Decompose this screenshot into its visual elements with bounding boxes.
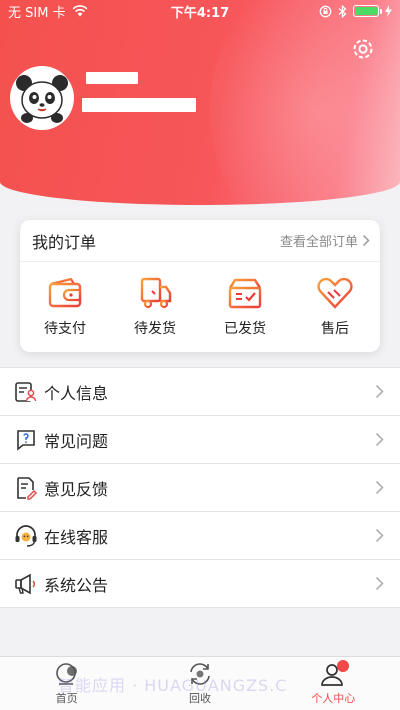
chevron-right-icon [375, 576, 384, 591]
order-after-sale-label: 售后 [321, 321, 349, 337]
menu-label-profile-info: 个人信息 [44, 383, 109, 403]
settings-gear-icon[interactable] [350, 36, 376, 62]
menu-label-faq: 常见问题 [44, 431, 109, 451]
tab-recycle-label: 回收 [188, 692, 211, 705]
phone-redacted [82, 98, 196, 112]
recycle-icon [190, 663, 210, 685]
menu-item-faq[interactable]: 常见问题 [0, 416, 400, 464]
feedback-icon [17, 476, 38, 500]
tab-home[interactable]: 首页 [0, 657, 133, 710]
username-redacted [86, 72, 138, 84]
megaphone-icon [15, 573, 36, 594]
order-after-sale[interactable]: 售后 [290, 262, 380, 352]
view-all-orders-link[interactable]: 查看全部订单 [280, 231, 370, 250]
menu-label-feedback: 意见反馈 [44, 479, 109, 499]
orders-card: 我的订单 查看全部订单 待支付 待发货 已发货 售后 [20, 220, 380, 352]
order-pending-shipment[interactable]: 待发货 [110, 262, 200, 352]
order-shipped-label: 已发货 [224, 321, 266, 337]
chevron-right-icon [375, 528, 384, 543]
settings-menu: 个人信息 常见问题 意见反馈 在线客服 系统公告 [0, 367, 400, 608]
panda-avatar-icon [16, 75, 68, 123]
user-icon [319, 660, 350, 687]
chevron-right-icon [375, 384, 384, 399]
aftersale-icon [317, 277, 353, 309]
order-shipped[interactable]: 已发货 [200, 262, 290, 352]
chevron-right-icon [375, 432, 384, 447]
menu-item-profile-info[interactable]: 个人信息 [0, 368, 400, 416]
menu-item-announcements[interactable]: 系统公告 [0, 560, 400, 608]
faq-icon [17, 429, 35, 451]
chevron-right-icon [362, 234, 370, 247]
tab-profile[interactable]: 个人中心 [267, 657, 400, 710]
order-pending-shipment-label: 待发货 [134, 321, 176, 337]
battery-icon [353, 5, 382, 17]
orders-header: 我的订单 查看全部订单 [20, 220, 380, 262]
bottom-tab-bar: 首页 回收 个人中心 [0, 656, 400, 710]
wallet-icon [48, 277, 82, 308]
truck-icon [140, 277, 172, 309]
box-icon [228, 278, 262, 309]
orders-title: 我的订单 [32, 232, 97, 252]
profile-info-icon [15, 381, 37, 402]
chevron-right-icon [375, 480, 384, 495]
menu-label-online-support: 在线客服 [44, 527, 109, 547]
view-all-orders-label: 查看全部订单 [279, 235, 358, 250]
menu-label-announcements: 系统公告 [44, 575, 109, 595]
orders-status-row: 待支付 待发货 已发货 售后 [20, 262, 380, 352]
order-pending-payment-label: 待支付 [44, 321, 86, 337]
tab-recycle[interactable]: 回收 [133, 657, 266, 710]
status-time: 下午4:17 [170, 5, 230, 21]
status-bar: 无 SIM 卡 下午4:17 [0, 0, 400, 22]
home-icon [55, 663, 77, 685]
menu-item-online-support[interactable]: 在线客服 [0, 512, 400, 560]
tab-profile-label: 个人中心 [311, 692, 356, 705]
headset-icon [15, 524, 37, 547]
menu-item-feedback[interactable]: 意见反馈 [0, 464, 400, 512]
notification-dot [337, 660, 350, 672]
avatar[interactable] [10, 66, 74, 130]
tab-home-label: 首页 [55, 692, 78, 705]
order-pending-payment[interactable]: 待支付 [20, 262, 110, 352]
